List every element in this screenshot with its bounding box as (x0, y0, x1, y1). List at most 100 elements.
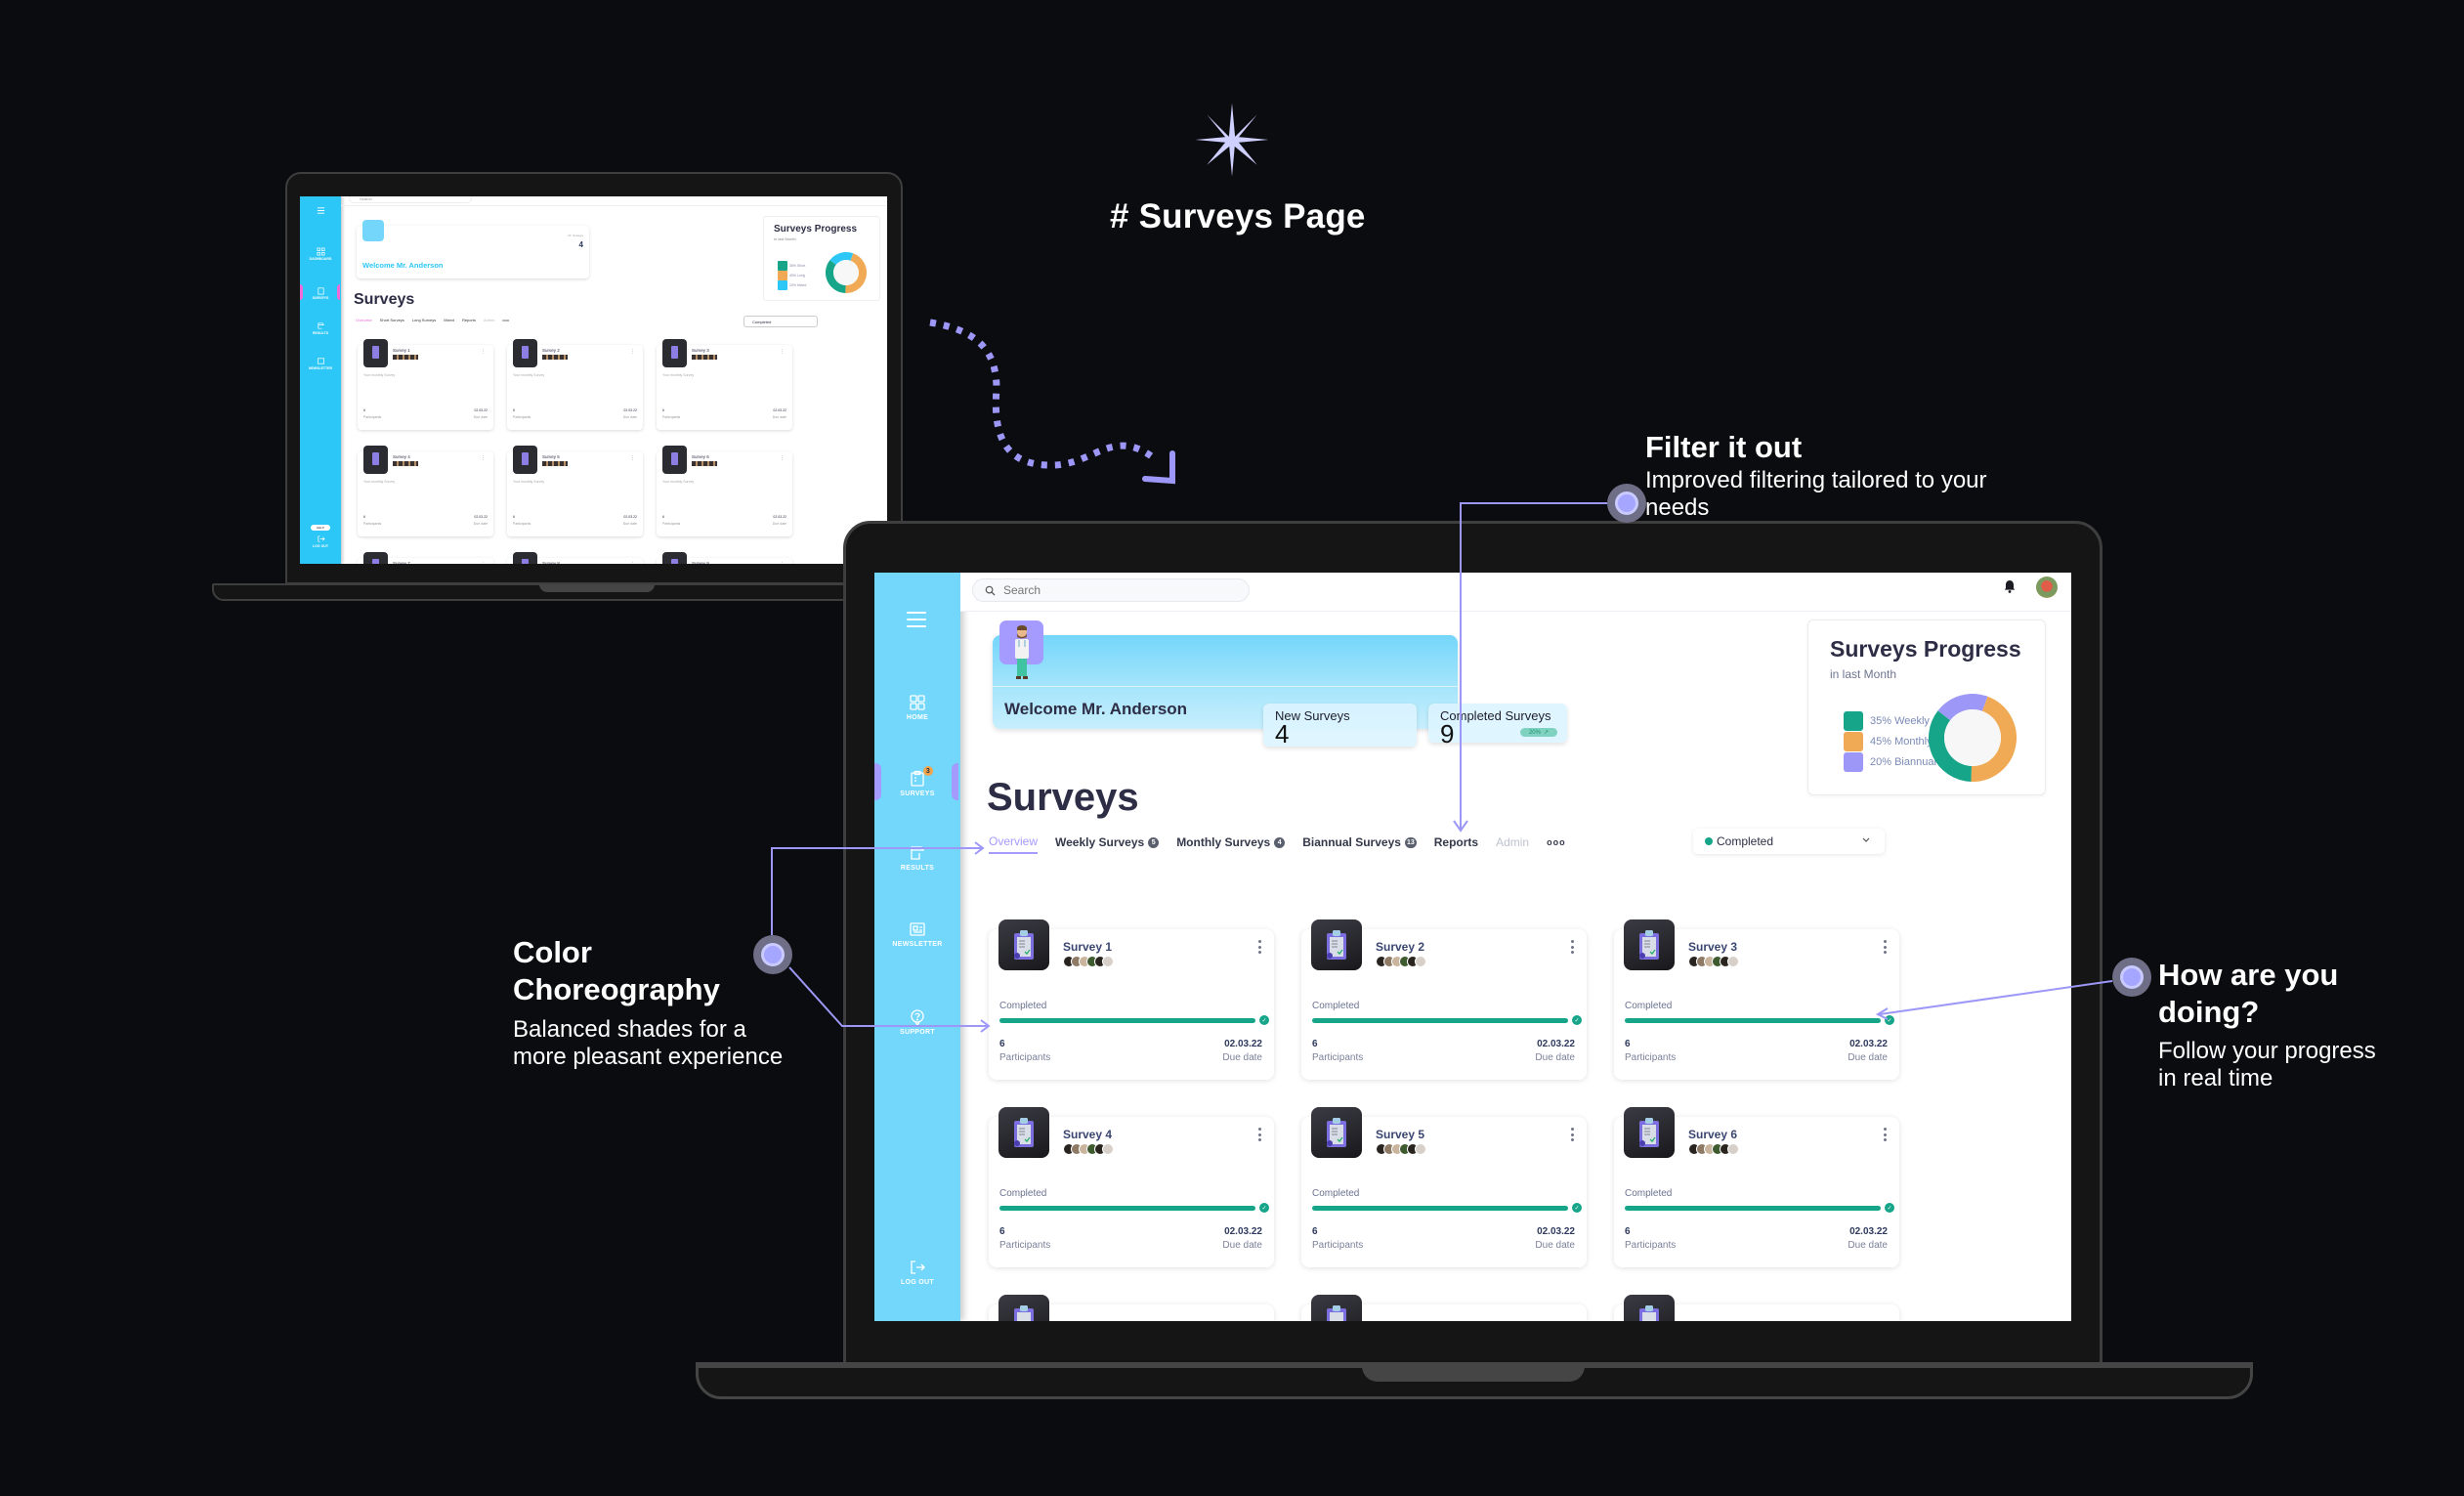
card-menu-button[interactable] (1258, 1128, 1262, 1141)
mini-card-menu-button[interactable]: ⋮ (780, 562, 785, 564)
mini-card-menu-button[interactable]: ⋮ (481, 349, 486, 355)
tab-biannual-surveys[interactable]: Biannual Surveys 13 (1302, 835, 1417, 853)
mini-tab[interactable]: Short Surveys (380, 318, 404, 322)
mini-participant-avatars (692, 355, 717, 360)
grid-icon (317, 247, 324, 256)
survey-card-partial[interactable] (1301, 1295, 1587, 1321)
logout-button[interactable]: LOG OUT (874, 1259, 960, 1286)
due-date: 02.03.22 (1537, 1226, 1575, 1237)
status-filter-select[interactable]: Completed (1693, 829, 1885, 854)
mini-tab[interactable]: Long Surveys (412, 318, 436, 322)
participant-avatars (1376, 956, 1426, 967)
mini-participants-label: Participants (513, 522, 531, 526)
survey-card-partial[interactable] (1614, 1295, 1899, 1321)
annotation-marker-progress (2112, 958, 2151, 997)
mini-survey-card[interactable]: Survey 6 ⋮ Your monthly Survey 6 Particip… (657, 446, 792, 536)
notification-bell-icon[interactable] (2002, 578, 2018, 594)
mini-card-menu-button[interactable]: ⋮ (630, 562, 635, 564)
clipboard-check-icon (1327, 1305, 1346, 1321)
mini-menu-icon[interactable] (300, 206, 341, 216)
annotation-progress-subtitle: Follow your progress in real time (2158, 1038, 2376, 1091)
mini-nav-logout[interactable]: LOG OUT (300, 534, 341, 548)
mini-survey-card[interactable]: Survey 9 ⋮ Your monthly Survey (657, 552, 792, 564)
mini-legend-label: 20% Mixed (789, 283, 807, 287)
mini-tab[interactable]: Admin (484, 318, 494, 322)
annotation-filter-subtitle: Improved filtering tailored to your need… (1645, 467, 1987, 521)
sidebar-item-support[interactable]: SUPPORT (874, 1008, 960, 1036)
participant-avatars (1688, 1143, 1739, 1155)
mini-survey-card[interactable]: Survey 3 ⋮ Your monthly Survey 6 Particip… (657, 339, 792, 430)
mini-tab[interactable]: ooo (502, 318, 509, 322)
card-menu-button[interactable] (1884, 1128, 1888, 1141)
mini-status-select[interactable]: Completed (743, 316, 818, 327)
mini-card-menu-button[interactable]: ⋮ (481, 455, 486, 461)
survey-thumbnail (998, 1107, 1049, 1158)
mini-nav-results[interactable]: RESULTS (300, 321, 341, 335)
clipboard-icon (317, 287, 324, 295)
mini-tab[interactable]: Reports (462, 318, 476, 322)
tab-reports[interactable]: Reports (1434, 835, 1478, 853)
status-dot (1705, 837, 1713, 845)
search-box[interactable] (972, 578, 1250, 602)
legend-swatch (1844, 751, 1863, 772)
mini-search-input[interactable]: Search (349, 196, 472, 203)
sidebar-item-surveys[interactable]: 3 SURVEYS (874, 766, 960, 797)
search-input[interactable] (1003, 583, 1218, 597)
more-tabs-button[interactable]: ooo (1547, 837, 1566, 851)
tab-monthly-surveys[interactable]: Monthly Surveys 4 (1176, 835, 1286, 853)
survey-card[interactable]: Survey 4 Completed ✓ 6 Participants 02.0… (989, 1107, 1274, 1267)
card-menu-button[interactable] (1571, 940, 1575, 954)
doctor-illustration (1015, 625, 1029, 679)
mini-welcome-card: Nr. Surveys 4 Welcome Mr. Anderson (357, 220, 589, 278)
mini-participants-label: Participants (662, 415, 681, 419)
card-menu-button[interactable] (1258, 940, 1262, 954)
tab-admin[interactable]: Admin (1496, 835, 1529, 853)
mini-survey-card[interactable]: Survey 7 ⋮ Your monthly Survey (358, 552, 493, 564)
legend-label: 35% Weekly (1870, 714, 1930, 727)
mini-participants-label: Participants (363, 522, 382, 526)
mini-heading: Surveys (354, 291, 415, 308)
mini-nav-surveys[interactable]: SURVEYS (300, 286, 341, 300)
mini-card-menu-button[interactable]: ⋮ (481, 562, 486, 564)
mini-card-menu-button[interactable]: ⋮ (630, 349, 635, 355)
progress-bar (999, 1206, 1255, 1211)
sidebar-item-results[interactable]: RESULTS (874, 844, 960, 872)
survey-card[interactable]: Survey 5 Completed ✓ 6 Participants 02.0… (1301, 1107, 1587, 1267)
survey-thumbnail (1624, 1107, 1675, 1158)
mini-card-menu-button[interactable]: ⋮ (780, 349, 785, 355)
mini-survey-thumbnail (513, 339, 537, 367)
sidebar-item-newsletter[interactable]: NEWSLETTER (874, 920, 960, 948)
mini-tab[interactable]: Overview (356, 318, 372, 322)
survey-card[interactable]: Survey 1 Completed ✓ 6 Participants 02.0… (989, 919, 1274, 1080)
sidebar-item-home[interactable]: HOME (874, 694, 960, 721)
survey-card[interactable]: Survey 3 Completed ✓ 6 Participants 02.0… (1614, 919, 1899, 1080)
due-date-label: Due date (1222, 1240, 1262, 1251)
annotation-color-subtitle: Balanced shades for a more pleasant expe… (513, 1016, 784, 1070)
mini-card-menu-button[interactable]: ⋮ (630, 455, 635, 461)
mini-survey-card[interactable]: Survey 2 ⋮ Your monthly Survey 6 Particip… (507, 339, 643, 430)
due-date-label: Due date (1848, 1240, 1888, 1251)
survey-card[interactable]: Survey 6 Completed ✓ 6 Participants 02.0… (1614, 1107, 1899, 1267)
survey-card-partial[interactable] (989, 1295, 1274, 1321)
survey-card[interactable]: Survey 2 Completed ✓ 6 Participants 02.0… (1301, 919, 1587, 1080)
mini-survey-card[interactable]: Survey 5 ⋮ Your monthly Survey 6 Particip… (507, 446, 643, 536)
mini-survey-card[interactable]: Survey 1 ⋮ Your monthly Survey 6 Particip… (358, 339, 493, 430)
tab-weekly-surveys[interactable]: Weekly Surveys 5 (1055, 835, 1160, 853)
card-menu-button[interactable] (1884, 940, 1888, 954)
mini-tab[interactable]: Mixed (444, 318, 454, 322)
mini-card-menu-button[interactable]: ⋮ (780, 455, 785, 461)
user-avatar[interactable] (2036, 577, 2058, 598)
tab-overview[interactable]: Overview (989, 834, 1039, 854)
card-menu-button[interactable] (1571, 1128, 1575, 1141)
annotation-filter-title: Filter it out (1645, 430, 1803, 464)
hamburger-menu-button[interactable] (907, 612, 926, 627)
mini-survey-card[interactable]: Survey 4 ⋮ Your monthly Survey 6 Particip… (358, 446, 493, 536)
mini-participants-count: 6 (513, 408, 515, 412)
mini-help-button[interactable]: HELP (311, 525, 330, 531)
annotation-color-title: Color Choreography (513, 935, 720, 1006)
mini-survey-card[interactable]: Survey 8 ⋮ Your monthly Survey (507, 552, 643, 564)
help-icon (911, 1009, 924, 1026)
mini-nav-newsletter[interactable]: NEWSLETTER (300, 357, 341, 370)
mini-nav-dashboard[interactable]: DASHBOARD (300, 247, 341, 261)
check-icon: ✓ (1259, 1015, 1269, 1025)
